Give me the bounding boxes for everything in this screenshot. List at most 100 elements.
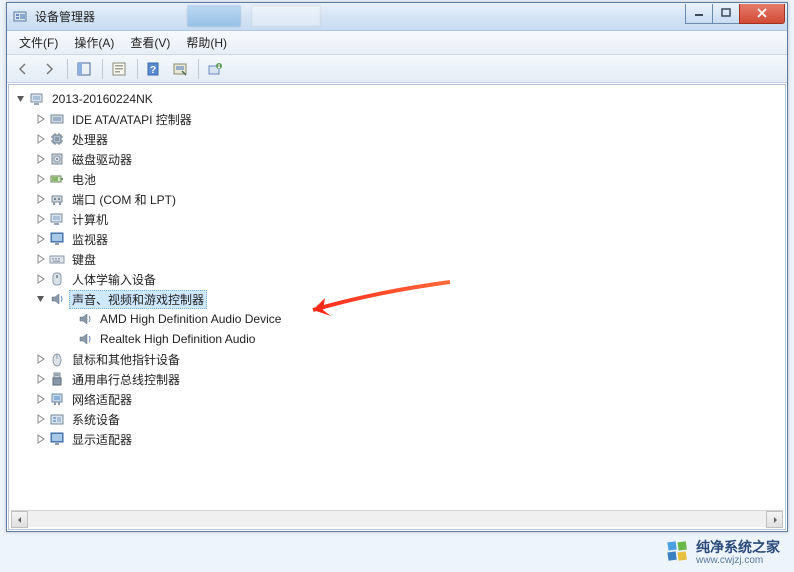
- tree-item-audio-device[interactable]: AMD High Definition Audio Device: [11, 309, 783, 329]
- scroll-right-button[interactable]: [766, 511, 783, 528]
- menu-help[interactable]: 帮助(H): [178, 32, 235, 53]
- tree-item[interactable]: 网络适配器: [11, 389, 783, 409]
- tree-item-sound[interactable]: 声音、视频和游戏控制器: [11, 289, 783, 309]
- monitor-icon: [49, 231, 65, 247]
- expand-icon[interactable]: [35, 113, 47, 125]
- expand-icon[interactable]: [35, 173, 47, 185]
- computer-icon: [49, 211, 65, 227]
- close-button[interactable]: [739, 4, 785, 24]
- expand-icon[interactable]: [35, 273, 47, 285]
- scroll-track[interactable]: [28, 511, 766, 527]
- expand-icon[interactable]: [35, 373, 47, 385]
- audio-device-label[interactable]: Realtek High Definition Audio: [97, 331, 258, 347]
- show-hide-tree-button[interactable]: [72, 57, 96, 81]
- tree-item[interactable]: 磁盘驱动器: [11, 149, 783, 169]
- tree-item-label[interactable]: 通用串行总线控制器: [69, 370, 183, 389]
- tree-item-label[interactable]: 网络适配器: [69, 390, 135, 409]
- expand-icon[interactable]: [35, 153, 47, 165]
- watermark: 纯净系统之家 www.cwjzj.com: [666, 537, 780, 566]
- expand-icon[interactable]: [35, 253, 47, 265]
- tree-item[interactable]: 鼠标和其他指针设备: [11, 349, 783, 369]
- toolbar-separator: [67, 59, 68, 79]
- tree-item[interactable]: 通用串行总线控制器: [11, 369, 783, 389]
- tree-item[interactable]: 键盘: [11, 249, 783, 269]
- properties-button[interactable]: [107, 57, 131, 81]
- tree-item[interactable]: 显示适配器: [11, 429, 783, 449]
- tree-item-label[interactable]: 端口 (COM 和 LPT): [69, 190, 179, 209]
- window-title: 设备管理器: [35, 8, 686, 25]
- tree-item[interactable]: 处理器: [11, 129, 783, 149]
- tree-item-label[interactable]: 鼠标和其他指针设备: [69, 350, 183, 369]
- speaker-icon: [49, 291, 65, 307]
- expand-icon[interactable]: [35, 233, 47, 245]
- battery-icon: [49, 171, 65, 187]
- tree-item-audio-device[interactable]: Realtek High Definition Audio: [11, 329, 783, 349]
- tree-item-label[interactable]: 人体学输入设备: [69, 270, 159, 289]
- tree-item-label[interactable]: IDE ATA/ATAPI 控制器: [69, 110, 195, 129]
- tree-item-label[interactable]: 键盘: [69, 250, 99, 269]
- root-label[interactable]: 2013-20160224NK: [49, 91, 156, 107]
- tree-item-label[interactable]: 监视器: [69, 230, 111, 249]
- app-icon: [13, 10, 29, 24]
- menu-view[interactable]: 查看(V): [122, 32, 178, 53]
- expand-icon[interactable]: [35, 433, 47, 445]
- keyboard-icon: [49, 251, 65, 267]
- port-icon: [49, 191, 65, 207]
- mouse-icon: [49, 351, 65, 367]
- tree-item[interactable]: IDE ATA/ATAPI 控制器: [11, 109, 783, 129]
- forward-button[interactable]: [37, 57, 61, 81]
- back-button[interactable]: [11, 57, 35, 81]
- menu-file[interactable]: 文件(F): [11, 32, 66, 53]
- tree-item-label[interactable]: 显示适配器: [69, 430, 135, 449]
- watermark-logo-icon: [666, 540, 690, 564]
- background-blur: [187, 5, 321, 27]
- toolbar: ?: [7, 55, 787, 83]
- device-tree[interactable]: 2013-20160224NK IDE ATA/ATAPI 控制器处理器磁盘驱动…: [9, 85, 785, 453]
- collapse-icon[interactable]: [15, 93, 27, 105]
- sound-label[interactable]: 声音、视频和游戏控制器: [69, 290, 207, 309]
- scan-hardware-button[interactable]: [168, 57, 192, 81]
- expand-icon[interactable]: [35, 193, 47, 205]
- titlebar[interactable]: 设备管理器: [7, 3, 787, 31]
- tree-item-label[interactable]: 计算机: [69, 210, 111, 229]
- toolbar-separator: [102, 59, 103, 79]
- tree-item-label[interactable]: 系统设备: [69, 410, 123, 429]
- expand-icon[interactable]: [35, 133, 47, 145]
- expand-icon[interactable]: [35, 413, 47, 425]
- tree-item-label[interactable]: 磁盘驱动器: [69, 150, 135, 169]
- toolbar-separator: [137, 59, 138, 79]
- uninstall-button[interactable]: [203, 57, 227, 81]
- svg-text:?: ?: [150, 65, 156, 76]
- cpu-icon: [49, 131, 65, 147]
- expand-icon[interactable]: [35, 213, 47, 225]
- minimize-button[interactable]: [685, 4, 713, 24]
- tree-item-label[interactable]: 电池: [69, 170, 99, 189]
- collapse-icon[interactable]: [35, 293, 47, 305]
- display-icon: [49, 431, 65, 447]
- maximize-button[interactable]: [712, 4, 740, 24]
- tree-item[interactable]: 计算机: [11, 209, 783, 229]
- content-area: 2013-20160224NK IDE ATA/ATAPI 控制器处理器磁盘驱动…: [8, 84, 786, 530]
- toolbar-separator: [198, 59, 199, 79]
- hid-icon: [49, 271, 65, 287]
- tree-item[interactable]: 电池: [11, 169, 783, 189]
- scroll-left-button[interactable]: [11, 511, 28, 528]
- tree-item-label[interactable]: 处理器: [69, 130, 111, 149]
- tree-item[interactable]: 系统设备: [11, 409, 783, 429]
- audio-device-label[interactable]: AMD High Definition Audio Device: [97, 311, 284, 327]
- menubar: 文件(F) 操作(A) 查看(V) 帮助(H): [7, 31, 787, 55]
- menu-action[interactable]: 操作(A): [66, 32, 122, 53]
- horizontal-scrollbar[interactable]: [11, 510, 783, 527]
- help-button[interactable]: ?: [142, 57, 166, 81]
- tree-item[interactable]: 人体学输入设备: [11, 269, 783, 289]
- watermark-title: 纯净系统之家: [696, 537, 780, 557]
- tree-root[interactable]: 2013-20160224NK: [11, 89, 783, 109]
- tree-item[interactable]: 监视器: [11, 229, 783, 249]
- expand-icon[interactable]: [35, 353, 47, 365]
- tree-item[interactable]: 端口 (COM 和 LPT): [11, 189, 783, 209]
- expand-icon[interactable]: [35, 393, 47, 405]
- system-icon: [49, 411, 65, 427]
- device-manager-window: 设备管理器 文件(F) 操作(A) 查看(V) 帮助(H) ?: [6, 2, 788, 532]
- network-icon: [49, 391, 65, 407]
- computer-icon: [29, 91, 45, 107]
